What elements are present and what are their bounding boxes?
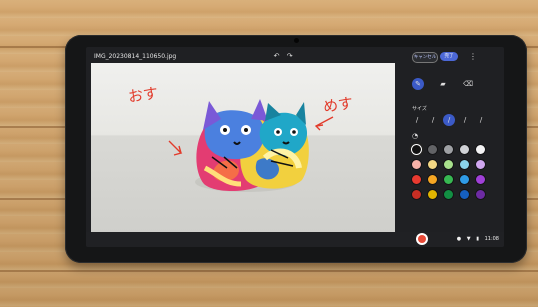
camera-lens bbox=[294, 38, 299, 43]
color-swatch[interactable] bbox=[476, 175, 485, 184]
annotation-left-text: おす bbox=[126, 83, 160, 106]
status-area[interactable]: ● ▼ ▮ 11:08 bbox=[453, 236, 499, 242]
color-swatch[interactable] bbox=[428, 145, 437, 154]
undo-icon[interactable]: ↶ bbox=[271, 52, 282, 60]
color-swatch[interactable] bbox=[460, 175, 469, 184]
marker-tool-icon[interactable]: ▰ bbox=[437, 78, 449, 90]
color-swatch[interactable] bbox=[460, 145, 469, 154]
pen-tool-icon[interactable]: ✎ bbox=[412, 78, 424, 90]
app-launcher-icon[interactable] bbox=[418, 235, 426, 243]
color-swatch[interactable] bbox=[444, 190, 453, 199]
color-swatch[interactable] bbox=[444, 175, 453, 184]
color-swatch[interactable] bbox=[444, 160, 453, 169]
tablet-screen: IMG_20230814_110650.jpg ↶ ↷ おす めす キャンセル … bbox=[86, 47, 504, 247]
size-option-small[interactable]: / bbox=[427, 114, 439, 126]
image-file-name: IMG_20230814_110650.jpg bbox=[94, 53, 177, 60]
cancel-button[interactable]: キャンセル bbox=[412, 52, 438, 63]
color-swatch[interactable] bbox=[428, 160, 437, 169]
size-label: サイズ bbox=[412, 106, 427, 112]
done-button[interactable]: 完了 bbox=[440, 52, 458, 61]
color-swatch[interactable] bbox=[476, 160, 485, 169]
color-swatch[interactable] bbox=[412, 145, 421, 154]
history-controls: ↶ ↷ bbox=[271, 52, 295, 60]
color-swatch[interactable] bbox=[460, 160, 469, 169]
color-swatch[interactable] bbox=[412, 160, 421, 169]
wifi-icon: ▼ bbox=[466, 236, 471, 242]
edited-photo: おす めす bbox=[91, 63, 395, 233]
color-swatch[interactable] bbox=[412, 190, 421, 199]
notification-icon: ● bbox=[456, 236, 462, 242]
color-swatch[interactable] bbox=[428, 190, 437, 199]
color-swatch[interactable] bbox=[412, 175, 421, 184]
system-taskbar: ● ▼ ▮ 11:08 bbox=[86, 232, 504, 247]
palette-icon: ◔ bbox=[412, 132, 419, 140]
battery-icon: ▮ bbox=[476, 236, 479, 242]
clock: 11:08 bbox=[484, 236, 499, 242]
markup-panel: キャンセル 完了 ⋮ ✎ ▰ ⌫ サイズ / / / / / ◔ bbox=[407, 47, 504, 247]
color-swatch[interactable] bbox=[476, 190, 485, 199]
size-option-extra-large[interactable]: / bbox=[475, 114, 487, 126]
redo-icon[interactable]: ↷ bbox=[284, 52, 295, 60]
color-swatch[interactable] bbox=[476, 145, 485, 154]
color-swatch[interactable] bbox=[460, 190, 469, 199]
size-option-large[interactable]: / bbox=[459, 114, 471, 126]
color-swatch[interactable] bbox=[428, 175, 437, 184]
size-option-extra-small[interactable]: / bbox=[411, 114, 423, 126]
annotation-right-text: めす bbox=[321, 93, 355, 116]
eraser-tool-icon[interactable]: ⌫ bbox=[462, 78, 474, 90]
floor-plank-line bbox=[0, 270, 538, 272]
more-options-icon[interactable]: ⋮ bbox=[469, 52, 477, 61]
size-option-medium[interactable]: / bbox=[443, 114, 455, 126]
color-swatch[interactable] bbox=[444, 145, 453, 154]
tablet-device: IMG_20230814_110650.jpg ↶ ↷ おす めす キャンセル … bbox=[65, 35, 527, 263]
